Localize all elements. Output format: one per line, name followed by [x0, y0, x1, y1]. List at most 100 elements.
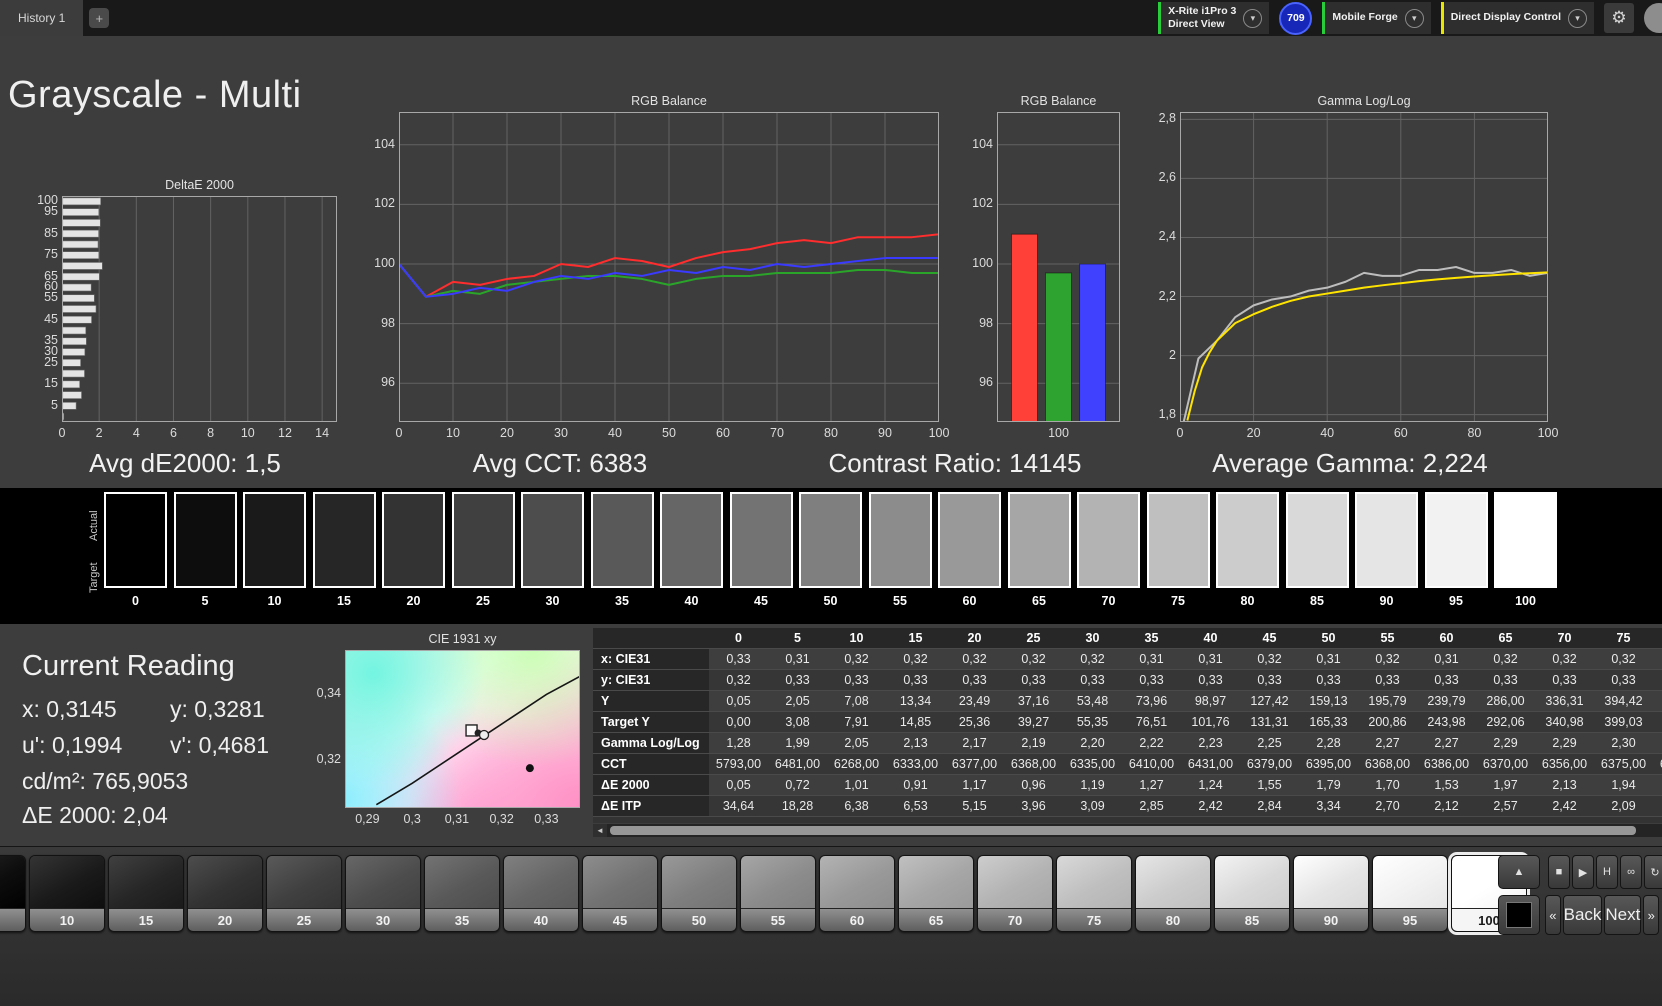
chevron-down-icon[interactable]: ▾: [1405, 9, 1424, 28]
refresh-icon[interactable]: ↻: [1644, 855, 1662, 889]
level-button[interactable]: 30: [345, 855, 421, 932]
axis-tick-label: 98: [365, 316, 395, 330]
deltae-bar: [63, 392, 82, 399]
rgb-balance-bar-chart: RGB Balance 1041021009896100: [963, 94, 1133, 444]
chevron-down-icon[interactable]: ▾: [1568, 9, 1587, 28]
table-row: ΔE ITP34,6418,286,386,535,153,963,092,85…: [593, 796, 1662, 817]
avg-de2000-stat: Avg dE2000: 1,5: [40, 448, 330, 479]
grayscale-swatch: [938, 492, 1001, 588]
level-button[interactable]: 65: [898, 855, 974, 932]
chevron-down-icon[interactable]: ▾: [1243, 9, 1262, 28]
table-cell: 2,12: [1417, 796, 1476, 817]
level-label: 65: [899, 908, 973, 931]
hold-icon[interactable]: H: [1596, 855, 1618, 889]
level-label: 5: [0, 908, 25, 931]
add-tab-button[interactable]: +: [89, 8, 109, 28]
table-cell: 2,57: [1476, 796, 1535, 817]
axis-tick-label: 85: [28, 226, 58, 240]
level-button[interactable]: 45: [582, 855, 658, 932]
level-button[interactable]: 85: [1214, 855, 1290, 932]
level-button[interactable]: 55: [740, 855, 816, 932]
level-label: 35: [425, 908, 499, 931]
table-row-label: CCT: [593, 754, 709, 775]
level-button[interactable]: 5: [0, 855, 26, 932]
axis-tick-label: 60: [1386, 426, 1416, 440]
gamma-chart: Gamma Log/Log 1,822,22,42,62,80204060801…: [1142, 94, 1572, 444]
meter-dropdown[interactable]: X-Rite i1Pro 3 Direct View ▾: [1158, 2, 1269, 34]
table-cell: 5793,00: [709, 754, 768, 775]
table-column-header: 15: [886, 628, 945, 649]
level-button[interactable]: 40: [503, 855, 579, 932]
grayscale-swatch: [869, 492, 932, 588]
axis-tick-label: 0: [50, 426, 74, 440]
stop-icon[interactable]: ■: [1548, 855, 1570, 889]
scroll-left-icon[interactable]: ◄: [593, 824, 607, 837]
table-cell: 0,31: [1653, 649, 1662, 670]
chevron-up-icon[interactable]: ▲: [1498, 855, 1540, 889]
table-cell: 6370,00: [1476, 754, 1535, 775]
deltae-bar: [63, 209, 99, 216]
table-cell: 6431,00: [1181, 754, 1240, 775]
table-cell: 1,19: [1063, 775, 1122, 796]
level-swatch: [267, 856, 341, 908]
bottom-bar: 5101520253035404550556065707580859095100…: [0, 846, 1662, 1006]
axis-tick-label: 2,6: [1142, 170, 1176, 184]
deltae-chart-title: DeltaE 2000: [62, 178, 337, 192]
partial-circle-icon[interactable]: [1644, 3, 1662, 33]
level-button[interactable]: 80: [1135, 855, 1211, 932]
display-control-dropdown[interactable]: Direct Display Control ▾: [1441, 2, 1594, 34]
table-column-header: 0: [709, 628, 768, 649]
table-cell: 0,31: [1122, 649, 1181, 670]
table-cell: 1,28: [709, 733, 768, 754]
table-cell: 159,13: [1299, 691, 1358, 712]
level-button[interactable]: 15: [108, 855, 184, 932]
level-button[interactable]: 50: [661, 855, 737, 932]
skip-forward-button[interactable]: »: [1643, 895, 1659, 935]
tab-history[interactable]: History 1: [0, 0, 83, 36]
colorspace-badge[interactable]: 709: [1279, 2, 1312, 35]
level-swatch: [30, 856, 104, 908]
table-cell: 6410,00: [1122, 754, 1181, 775]
next-button[interactable]: Next: [1604, 895, 1641, 935]
level-button[interactable]: 95: [1372, 855, 1448, 932]
table-cell: 0,32: [1535, 649, 1594, 670]
level-button[interactable]: 75: [1056, 855, 1132, 932]
table-cell: 0,32: [1358, 649, 1417, 670]
level-button[interactable]: 60: [819, 855, 895, 932]
table-column-header: 65: [1476, 628, 1535, 649]
grayscale-swatch-strip: Actual Target 05101520253035404550556065…: [0, 488, 1662, 624]
table-scrollbar[interactable]: ◄: [593, 824, 1662, 837]
table-cell: 1,70: [1358, 775, 1417, 796]
axis-tick-label: 102: [365, 196, 395, 210]
table-cell: 0,33: [1358, 670, 1417, 691]
level-button[interactable]: 25: [266, 855, 342, 932]
level-label: 60: [820, 908, 894, 931]
table-cell: 2,22: [1122, 733, 1181, 754]
axis-tick-label: 100: [997, 426, 1120, 440]
reference-dot: [526, 764, 534, 772]
table-cell: 0,33: [886, 670, 945, 691]
display-window-button[interactable]: [1498, 895, 1540, 935]
table-cell: 1,53: [1417, 775, 1476, 796]
table-cell: 23,49: [945, 691, 1004, 712]
axis-tick-label: 0: [1165, 426, 1195, 440]
axis-tick-label: 96: [365, 375, 395, 389]
table-cell: 39,27: [1004, 712, 1063, 733]
source-dropdown[interactable]: Mobile Forge ▾: [1322, 2, 1430, 34]
skip-back-button[interactable]: «: [1545, 895, 1561, 935]
level-button[interactable]: 10: [29, 855, 105, 932]
grayscale-swatch: [313, 492, 376, 588]
swatch-label: 95: [1425, 594, 1488, 608]
level-swatch: [188, 856, 262, 908]
level-button[interactable]: 70: [977, 855, 1053, 932]
table-row-label: ΔE 2000: [593, 775, 709, 796]
gear-icon[interactable]: ⚙: [1604, 3, 1634, 33]
level-button[interactable]: 90: [1293, 855, 1369, 932]
back-button[interactable]: Back: [1563, 895, 1603, 935]
level-button[interactable]: 35: [424, 855, 500, 932]
play-icon[interactable]: ▶: [1572, 855, 1594, 889]
level-button[interactable]: 20: [187, 855, 263, 932]
infinity-icon[interactable]: ∞: [1620, 855, 1642, 889]
table-cell: 3,09: [1063, 796, 1122, 817]
scrollbar-thumb[interactable]: [610, 826, 1636, 835]
